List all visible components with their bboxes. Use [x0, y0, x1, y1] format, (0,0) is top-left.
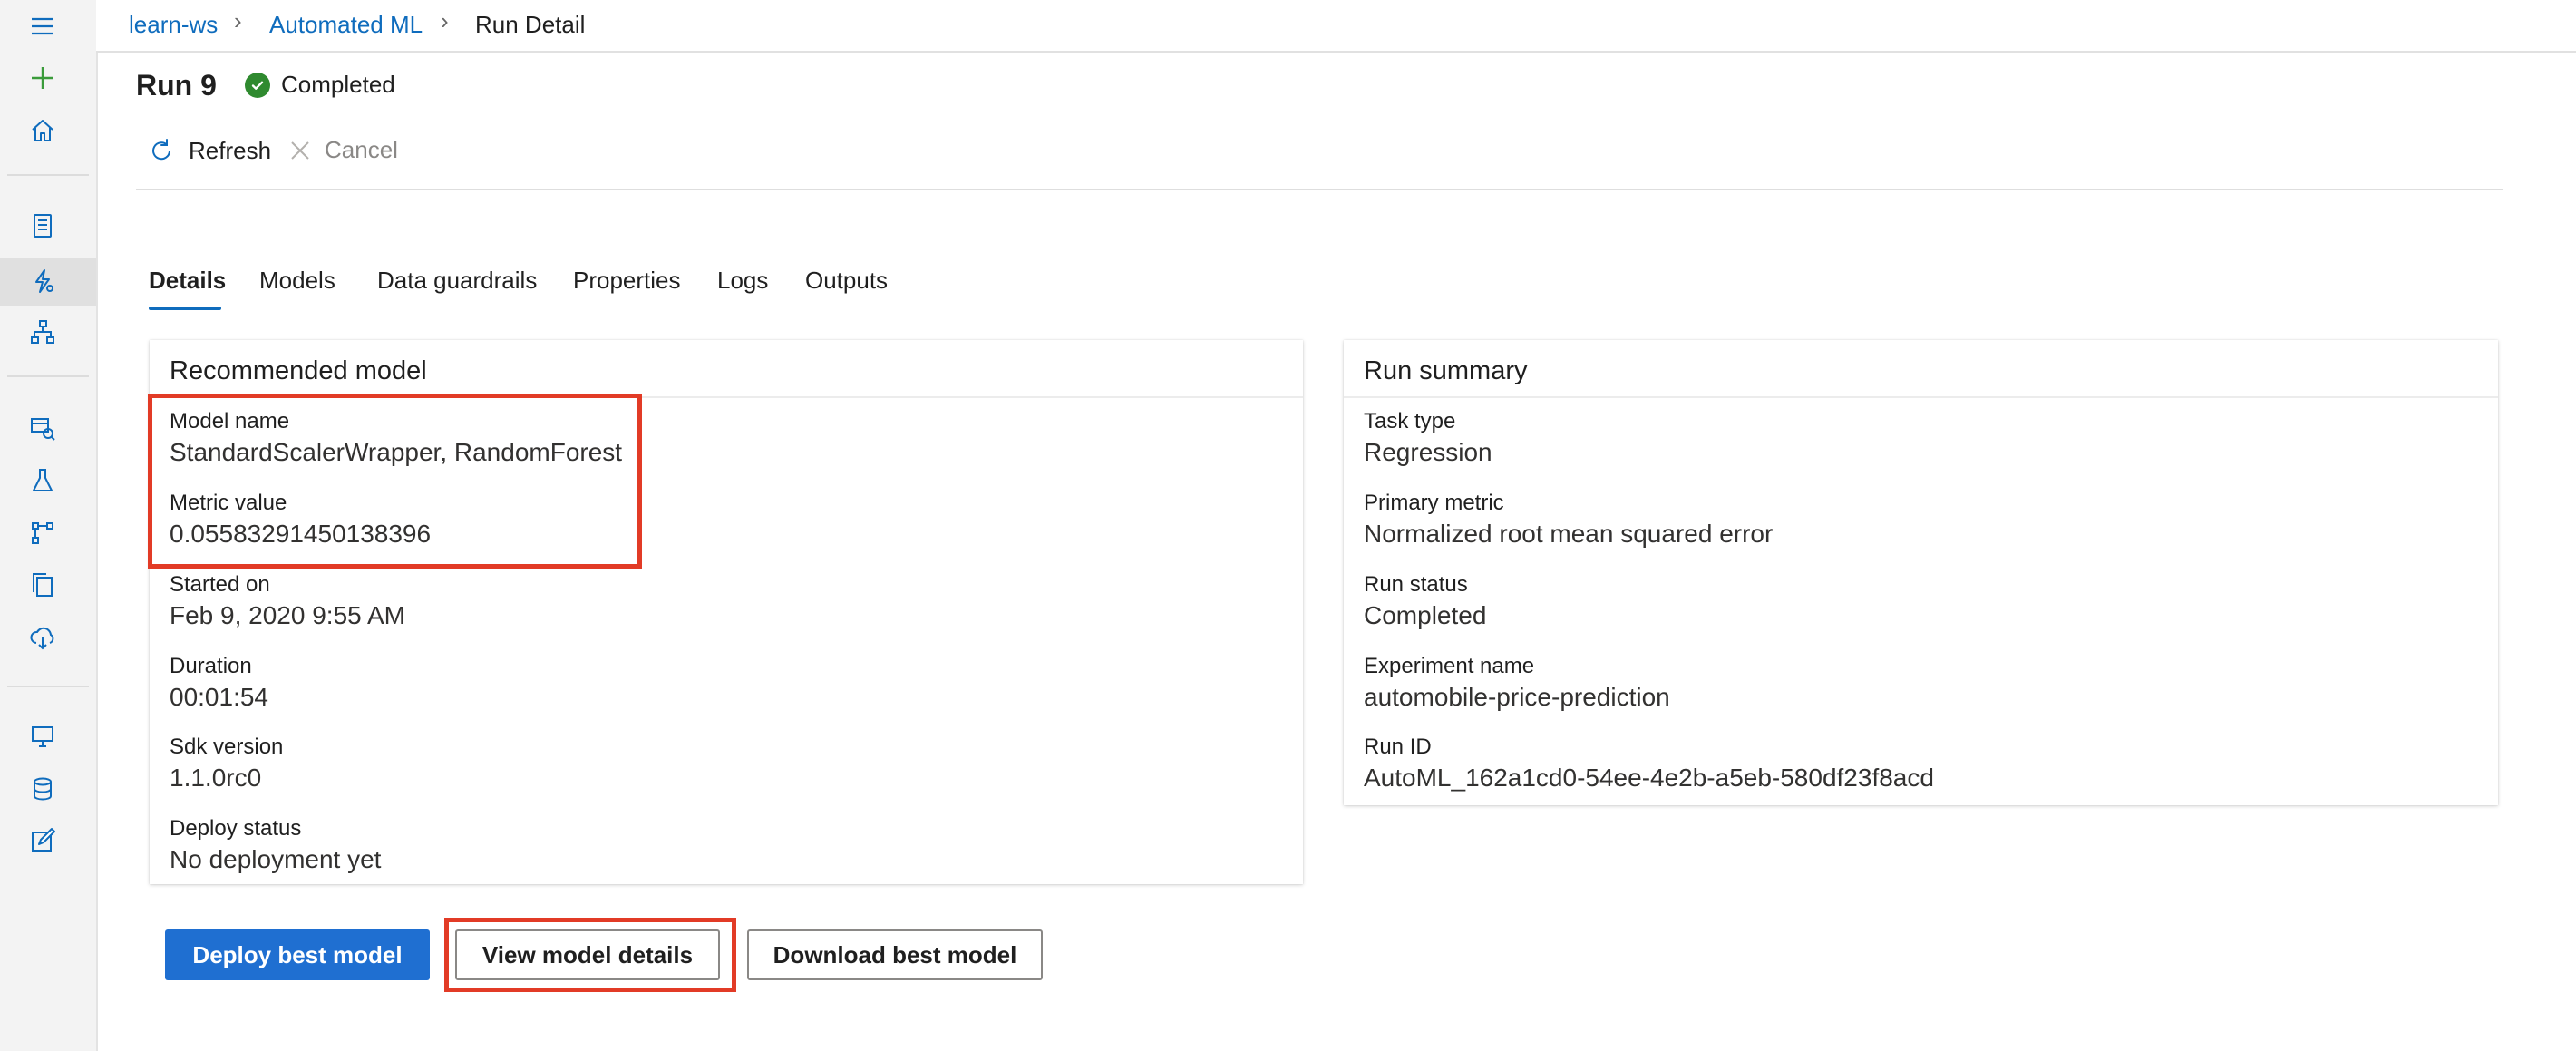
- field-label: Run status: [1364, 572, 1468, 597]
- card-divider: [1344, 396, 2498, 398]
- labeling-icon[interactable]: [24, 822, 61, 859]
- page-title: Run 9: [136, 69, 217, 102]
- field-label: Deploy status: [170, 816, 302, 841]
- field-value: Completed: [1364, 601, 1487, 629]
- field-label: Task type: [1364, 409, 1456, 433]
- breadcrumb-section-link[interactable]: Automated ML: [269, 9, 423, 40]
- field-value: Feb 9, 2020 9:55 AM: [170, 601, 405, 629]
- breadcrumb-chevron-icon: ›: [441, 7, 449, 34]
- field-value: Normalized root mean squared error: [1364, 520, 1774, 548]
- deploy-best-model-button[interactable]: Deploy best model: [165, 929, 430, 980]
- field-value: automobile-price-prediction: [1364, 683, 1670, 711]
- field-label: Duration: [170, 654, 252, 678]
- refresh-icon: [152, 139, 170, 161]
- field-label: Sdk version: [170, 735, 284, 759]
- field-label: Primary metric: [1364, 491, 1504, 515]
- cancel-button[interactable]: Cancel: [288, 136, 398, 164]
- breadcrumb-current: Run Detail: [475, 11, 586, 38]
- download-best-model-button[interactable]: Download best model: [747, 929, 1043, 980]
- compute-icon[interactable]: [24, 718, 61, 754]
- endpoints-cloud-icon[interactable]: [24, 619, 61, 656]
- left-nav-rail: [0, 0, 98, 1051]
- rail-divider: [7, 686, 89, 687]
- models-icon[interactable]: [24, 567, 61, 603]
- field-value: 1.1.0rc0: [170, 764, 262, 792]
- field-label: Experiment name: [1364, 654, 1535, 678]
- experiments-flask-icon[interactable]: [24, 462, 61, 499]
- tab-logs[interactable]: Logs: [717, 265, 768, 296]
- field-value: 00:01:54: [170, 683, 268, 711]
- cancel-label: Cancel: [325, 136, 398, 163]
- status-text: Completed: [281, 71, 395, 98]
- refresh-button[interactable]: Refresh: [147, 136, 271, 165]
- active-tab-indicator: [149, 307, 221, 310]
- check-circle-icon: [245, 72, 270, 98]
- field-value: Regression: [1364, 438, 1492, 466]
- tab-data-guardrails[interactable]: Data guardrails: [377, 265, 537, 296]
- breadcrumb: learn-ws › Automated ML › Run Detail: [96, 0, 2576, 53]
- refresh-label: Refresh: [189, 136, 272, 164]
- hamburger-menu-icon[interactable]: [24, 8, 61, 44]
- tab-models[interactable]: Models: [259, 265, 335, 296]
- command-bar-divider: [136, 189, 2503, 190]
- automated-ml-icon[interactable]: [24, 263, 61, 299]
- pipelines-icon[interactable]: [24, 515, 61, 551]
- home-icon[interactable]: [24, 112, 61, 149]
- notebook-icon[interactable]: [24, 208, 61, 244]
- card-title: Recommended model: [170, 356, 427, 385]
- field-label: Started on: [170, 572, 270, 597]
- tab-outputs[interactable]: Outputs: [805, 265, 888, 296]
- close-icon: [291, 141, 309, 160]
- datastores-icon[interactable]: [24, 771, 61, 807]
- run-summary-card: Run summary Task type Regression Primary…: [1344, 340, 2498, 805]
- highlight-box-model-info: [148, 394, 642, 569]
- field-value: No deployment yet: [170, 845, 382, 873]
- field-label: Run ID: [1364, 735, 1432, 759]
- tab-details[interactable]: Details: [149, 265, 226, 296]
- highlight-box-view-details: [444, 918, 736, 992]
- rail-divider: [7, 375, 89, 377]
- breadcrumb-workspace-link[interactable]: learn-ws: [129, 9, 218, 40]
- plus-icon[interactable]: [24, 60, 61, 96]
- field-value: AutoML_162a1cd0-54ee-4e2b-a5eb-580df23f8…: [1364, 764, 1934, 792]
- rail-divider: [7, 174, 89, 176]
- datasets-icon[interactable]: [24, 410, 61, 446]
- breadcrumb-chevron-icon: ›: [234, 7, 242, 34]
- tab-properties[interactable]: Properties: [573, 265, 681, 296]
- status-badge: Completed: [245, 71, 395, 99]
- card-title: Run summary: [1364, 356, 1528, 385]
- designer-icon[interactable]: [24, 314, 61, 350]
